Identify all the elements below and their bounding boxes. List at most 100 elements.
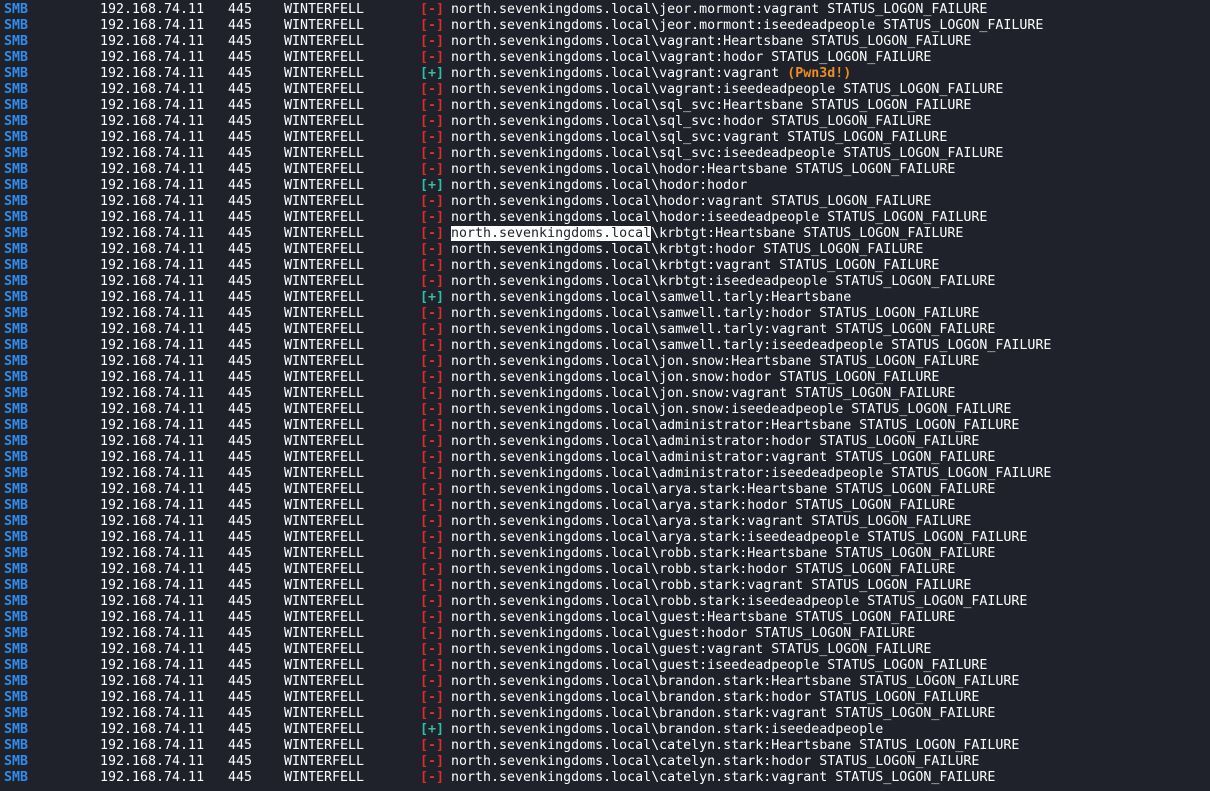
protocol-label: SMB: [4, 98, 29, 113]
credential-text: north.sevenkingdoms.local\brandon.stark:…: [451, 722, 884, 737]
output-line: SMB 192.168.74.11 445 WINTERFELL [-] north.se…: [0, 386, 1210, 402]
credential-text: north.sevenkingdoms.local\hodor:hodor: [451, 178, 748, 193]
output-line: SMB 192.168.74.11 445 WINTERFELL [-] north.se…: [0, 370, 1210, 386]
host-ip: 192.168.74.11: [100, 498, 205, 513]
output-line: SMB 192.168.74.11 445 WINTERFELL [-] north.se…: [0, 450, 1210, 466]
credential-text: \krbtgt:Heartsbane STATUS_LOGON_FAILURE: [651, 226, 964, 241]
result-message: north.sevenkingdoms.local\jeor.mormont:i…: [451, 18, 1043, 34]
protocol-label: SMB: [4, 114, 29, 129]
output-line: SMB 192.168.74.11 445 WINTERFELL [+] north.se…: [0, 290, 1210, 306]
protocol-label: SMB: [4, 562, 29, 577]
credential-text: north.sevenkingdoms.local\sql_svc:Hearts…: [451, 98, 972, 113]
credential-text: north.sevenkingdoms.local\samwell.tarly:…: [451, 306, 980, 321]
port-number: 445: [228, 66, 253, 81]
protocol-label: SMB: [4, 610, 29, 625]
port-number: 445: [228, 498, 253, 513]
protocol-label: SMB: [4, 50, 29, 65]
port-number: 445: [228, 338, 253, 353]
protocol-label: SMB: [4, 18, 29, 33]
failure-marker: [-]: [420, 754, 445, 769]
port-number: 445: [228, 386, 253, 401]
credential-text: north.sevenkingdoms.local\hodor:Heartsba…: [451, 162, 956, 177]
result-message: north.sevenkingdoms.local\krbtgt:vagrant…: [451, 258, 939, 274]
protocol-label: SMB: [4, 418, 29, 433]
host-name: WINTERFELL: [284, 418, 365, 433]
port-number: 445: [228, 34, 253, 49]
host-name: WINTERFELL: [284, 466, 365, 481]
host-ip: 192.168.74.11: [100, 354, 205, 369]
credential-text: north.sevenkingdoms.local\administrator:…: [451, 466, 1052, 481]
credential-text: north.sevenkingdoms.local\arya.stark:hod…: [451, 498, 956, 513]
output-line: SMB 192.168.74.11 445 WINTERFELL [+] north.se…: [0, 66, 1210, 82]
failure-marker: [-]: [420, 434, 445, 449]
host-name: WINTERFELL: [284, 194, 365, 209]
protocol-label: SMB: [4, 354, 29, 369]
protocol-label: SMB: [4, 546, 29, 561]
credential-text: north.sevenkingdoms.local\samwell.tarly:…: [451, 322, 996, 337]
success-marker: [+]: [420, 178, 445, 193]
protocol-label: SMB: [4, 466, 29, 481]
credential-text: north.sevenkingdoms.local\jon.snow:hodor…: [451, 370, 940, 385]
host-name: WINTERFELL: [284, 306, 365, 321]
host-ip: 192.168.74.11: [100, 674, 205, 689]
credential-text: north.sevenkingdoms.local\robb.stark:hod…: [451, 562, 956, 577]
credential-text: north.sevenkingdoms.local\vagrant:vagran…: [451, 66, 788, 81]
port-number: 445: [228, 98, 253, 113]
terminal-output[interactable]: SMB 192.168.74.11 445 WINTERFELL [-] north.se…: [0, 0, 1210, 791]
failure-marker: [-]: [420, 482, 445, 497]
result-message: north.sevenkingdoms.local\robb.stark:Hea…: [451, 546, 995, 562]
output-line: SMB 192.168.74.11 445 WINTERFELL [-] north.se…: [0, 754, 1210, 770]
credential-text: north.sevenkingdoms.local\robb.stark:ise…: [451, 594, 1028, 609]
host-ip: 192.168.74.11: [100, 162, 205, 177]
failure-marker: [-]: [420, 594, 445, 609]
host-ip: 192.168.74.11: [100, 482, 205, 497]
failure-marker: [-]: [420, 146, 445, 161]
output-line: SMB 192.168.74.11 445 WINTERFELL [-] north.se…: [0, 770, 1210, 786]
output-line: SMB 192.168.74.11 445 WINTERFELL [-] north.se…: [0, 146, 1210, 162]
credential-text: north.sevenkingdoms.local\krbtgt:vagrant…: [451, 258, 940, 273]
result-message: north.sevenkingdoms.local\administrator:…: [451, 418, 1019, 434]
output-line: SMB 192.168.74.11 445 WINTERFELL [-] north.se…: [0, 226, 1210, 242]
host-name: WINTERFELL: [284, 354, 365, 369]
result-message: north.sevenkingdoms.local\administrator:…: [451, 434, 979, 450]
port-number: 445: [228, 450, 253, 465]
failure-marker: [-]: [420, 370, 445, 385]
port-number: 445: [228, 418, 253, 433]
host-ip: 192.168.74.11: [100, 642, 205, 657]
host-name: WINTERFELL: [284, 706, 365, 721]
output-line: SMB 192.168.74.11 445 WINTERFELL [-] north.se…: [0, 738, 1210, 754]
failure-marker: [-]: [420, 2, 445, 17]
credential-text: north.sevenkingdoms.local\sql_svc:vagran…: [451, 130, 948, 145]
host-name: WINTERFELL: [284, 338, 365, 353]
result-message: north.sevenkingdoms.local\sql_svc:hodor …: [451, 114, 931, 130]
host-ip: 192.168.74.11: [100, 418, 205, 433]
host-name: WINTERFELL: [284, 562, 365, 577]
result-message: north.sevenkingdoms.local\guest:vagrant …: [451, 642, 931, 658]
protocol-label: SMB: [4, 754, 29, 769]
host-name: WINTERFELL: [284, 514, 365, 529]
credential-text: north.sevenkingdoms.local\hodor:iseedead…: [451, 210, 988, 225]
protocol-label: SMB: [4, 498, 29, 513]
host-name: WINTERFELL: [284, 594, 365, 609]
credential-text: north.sevenkingdoms.local\krbtgt:iseedea…: [451, 274, 996, 289]
host-ip: 192.168.74.11: [100, 258, 205, 273]
output-line: SMB 192.168.74.11 445 WINTERFELL [-] north.se…: [0, 210, 1210, 226]
host-name: WINTERFELL: [284, 162, 365, 177]
host-ip: 192.168.74.11: [100, 754, 205, 769]
selected-text[interactable]: north.sevenkingdoms.local: [451, 226, 652, 241]
protocol-label: SMB: [4, 306, 29, 321]
host-ip: 192.168.74.11: [100, 2, 205, 17]
credential-text: north.sevenkingdoms.local\jon.snow:iseed…: [451, 402, 1012, 417]
failure-marker: [-]: [420, 498, 445, 513]
protocol-label: SMB: [4, 706, 29, 721]
port-number: 445: [228, 546, 253, 561]
result-message: north.sevenkingdoms.local\robb.stark:vag…: [451, 578, 971, 594]
credential-text: north.sevenkingdoms.local\guest:vagrant …: [451, 642, 932, 657]
failure-marker: [-]: [420, 338, 445, 353]
host-name: WINTERFELL: [284, 370, 365, 385]
host-ip: 192.168.74.11: [100, 114, 205, 129]
result-message: north.sevenkingdoms.local\guest:Heartsba…: [451, 610, 955, 626]
port-number: 445: [228, 194, 253, 209]
credential-text: north.sevenkingdoms.local\arya.stark:ise…: [451, 530, 1028, 545]
result-message: north.sevenkingdoms.local\samwell.tarly:…: [451, 306, 979, 322]
